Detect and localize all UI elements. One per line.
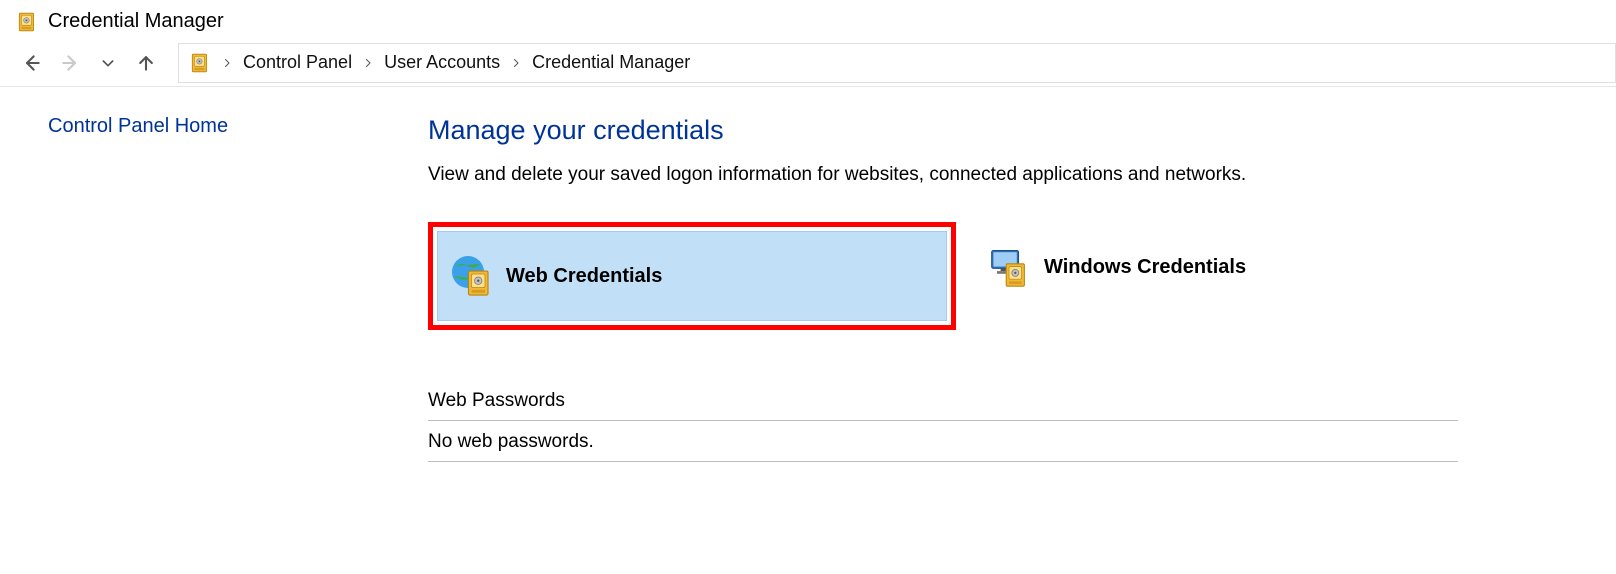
chevron-right-icon — [510, 57, 522, 69]
page-heading: Manage your credentials — [428, 115, 1592, 146]
page-description: View and delete your saved logon informa… — [428, 164, 1592, 186]
window-title-bar: Credential Manager — [0, 0, 1616, 39]
web-passwords-section: Web Passwords No web passwords. — [428, 390, 1458, 462]
recent-dropdown[interactable] — [92, 47, 124, 79]
breadcrumb-item[interactable]: Control Panel — [243, 52, 352, 73]
up-button[interactable] — [130, 47, 162, 79]
breadcrumb-item[interactable]: Credential Manager — [532, 52, 690, 73]
section-empty-text: No web passwords. — [428, 421, 1458, 462]
forward-button[interactable] — [54, 47, 86, 79]
credential-type-row: Web Credentials Windows Credentials — [428, 222, 1592, 330]
app-icon — [16, 11, 38, 33]
chevron-right-icon — [221, 57, 233, 69]
breadcrumb-label: User Accounts — [384, 52, 500, 73]
address-bar-icon — [189, 52, 211, 74]
web-credentials-label: Web Credentials — [506, 265, 662, 288]
breadcrumb-label: Control Panel — [243, 52, 352, 73]
sidebar: Control Panel Home — [0, 115, 370, 462]
windows-credentials-icon — [990, 247, 1030, 287]
web-credentials-icon — [452, 256, 492, 296]
control-panel-home-link[interactable]: Control Panel Home — [48, 115, 228, 137]
windows-credentials-label: Windows Credentials — [1044, 256, 1246, 279]
main-content: Manage your credentials View and delete … — [370, 115, 1616, 462]
breadcrumb-item[interactable]: User Accounts — [384, 52, 500, 73]
back-button[interactable] — [16, 47, 48, 79]
window-title: Credential Manager — [48, 10, 224, 33]
web-credentials-tile[interactable]: Web Credentials — [437, 231, 947, 321]
annotation-highlight: Web Credentials — [428, 222, 956, 330]
breadcrumb-label: Credential Manager — [532, 52, 690, 73]
address-bar[interactable]: Control Panel User Accounts Credential M… — [178, 43, 1616, 83]
windows-credentials-tile[interactable]: Windows Credentials — [976, 222, 1486, 312]
navigation-toolbar: Control Panel User Accounts Credential M… — [0, 39, 1616, 87]
chevron-right-icon — [362, 57, 374, 69]
section-title: Web Passwords — [428, 390, 1458, 421]
